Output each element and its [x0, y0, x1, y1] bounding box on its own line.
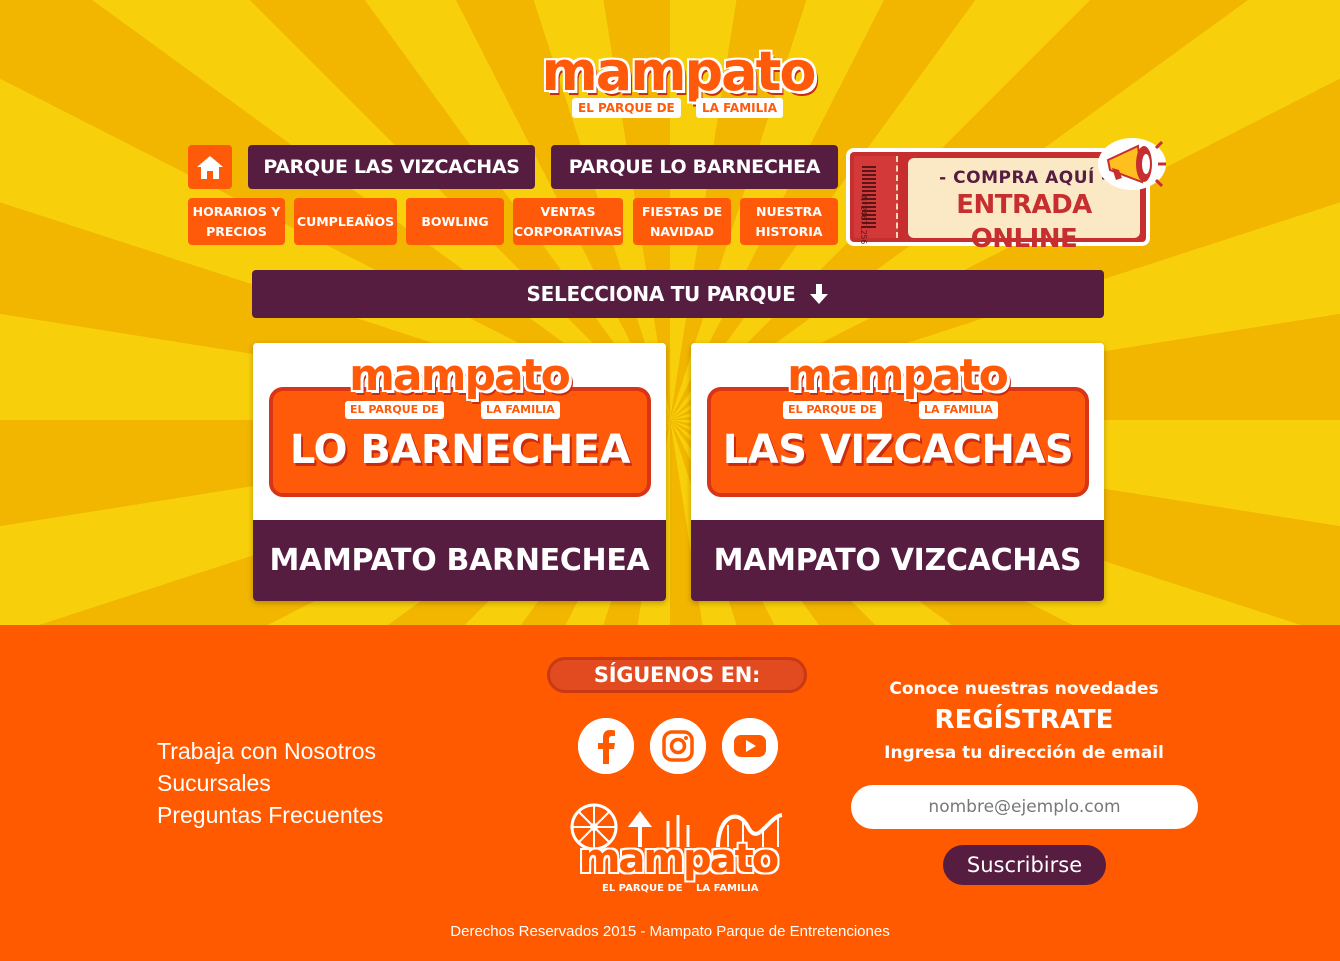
footer-links: Trabaja con Nosotros Sucursales Pregunta… [157, 735, 383, 831]
megaphone-icon [1098, 138, 1166, 190]
nav-cumpleanos[interactable]: CUMPLEAÑOS [294, 198, 397, 245]
nav-horarios-precios[interactable]: HORARIOS Y PRECIOS [188, 198, 285, 245]
hero-section: mampato EL PARQUE DE LA FAMILIA PARQUE L… [0, 0, 1340, 625]
card-logo-tagline-left: EL PARQUE DE [345, 401, 444, 419]
follow-us-label: SÍGUENOS EN: [547, 657, 807, 693]
youtube-link[interactable] [722, 718, 778, 774]
ticket-serial: N°24671256 [859, 196, 868, 245]
park-card-title: MAMPATO BARNECHEA [253, 520, 666, 601]
park-panel-name: LAS VIZCACHAS [722, 427, 1074, 473]
logo-tagline-left: EL PARQUE DE [572, 98, 681, 118]
nav-label: CUMPLEAÑOS [296, 213, 395, 229]
logo-tagline-right: LA FAMILIA [696, 98, 784, 118]
logo-word: mampato [541, 40, 817, 103]
footer-logo-word: mampato [578, 836, 780, 882]
footer-logo-tagline-left: EL PARQUE DE [602, 883, 683, 894]
mampato-logo[interactable]: mampato EL PARQUE DE LA FAMILIA [530, 42, 826, 126]
nav-park-las-vizcachas[interactable]: PARQUE LAS VIZCACHAS [248, 145, 535, 189]
nav-label-line2: CORPORATIVAS [513, 223, 623, 239]
nav-park-lo-barnechea[interactable]: PARQUE LO BARNECHEA [551, 145, 838, 189]
nav-fiestas-navidad[interactable]: FIESTAS DE NAVIDAD [633, 198, 731, 245]
footer-link-trabaja[interactable]: Trabaja con Nosotros [157, 735, 383, 767]
footer-link-preguntas[interactable]: Preguntas Frecuentes [157, 799, 383, 831]
home-icon [197, 156, 223, 179]
youtube-icon [722, 718, 778, 774]
card-logo-tagline-right: LA FAMILIA [481, 401, 560, 419]
footer-logo-tagline-right: LA FAMILIA [696, 883, 759, 894]
nav-label-line2: NAVIDAD [649, 223, 715, 239]
instagram-icon [650, 718, 706, 774]
ticket-bottom-text: ENTRADA ONLINE [956, 190, 1092, 254]
select-park-label: SELECCIONA TU PARQUE [526, 282, 796, 306]
copyright-text: Derechos Reservados 2015 - Mampato Parqu… [450, 923, 890, 940]
park-name-panel: LO BARNECHEA [269, 387, 651, 497]
nav-label-line2: HISTORIA [755, 223, 823, 239]
card-logo-tagline-right: LA FAMILIA [919, 401, 998, 419]
footer-mampato-logo: mampato EL PARQUE DE LA FAMILIA [568, 797, 788, 902]
nav-label-line1: FIESTAS DE [641, 203, 723, 219]
subscribe-button[interactable]: Suscribirse [943, 845, 1106, 885]
newsletter-subheading: Ingresa tu dirección de email [884, 743, 1164, 763]
nav-bowling[interactable]: BOWLING [406, 198, 504, 245]
park-card-title: MAMPATO VIZCACHAS [691, 520, 1104, 601]
email-field[interactable] [851, 785, 1198, 829]
card-logo-word: mampato [349, 350, 571, 401]
facebook-icon [578, 718, 634, 774]
select-park-bar[interactable]: SELECCIONA TU PARQUE [252, 270, 1104, 318]
nav-ventas-corporativas[interactable]: VENTAS CORPORATIVAS [513, 198, 623, 245]
nav-nuestra-historia[interactable]: NUESTRA HISTORIA [740, 198, 838, 245]
nav-label-line1: NUESTRA [756, 203, 822, 219]
nav-label-line1: HORARIOS Y [192, 203, 281, 219]
nav-label-line1: VENTAS [540, 203, 596, 219]
footer-link-sucursales[interactable]: Sucursales [157, 767, 383, 799]
park-card-barnechea[interactable]: LO BARNECHEA mampato EL PARQUE DE LA FAM… [253, 343, 666, 601]
park-card-image: LO BARNECHEA mampato EL PARQUE DE LA FAM… [253, 343, 666, 520]
nav-label: BOWLING [421, 213, 489, 229]
park-name-panel: LAS VIZCACHAS [707, 387, 1089, 497]
card-logo-word: mampato [787, 350, 1009, 401]
instagram-link[interactable] [650, 718, 706, 774]
newsletter-heading: Conoce nuestras novedades [889, 679, 1159, 699]
park-panel-name: LO BARNECHEA [289, 427, 631, 473]
newsletter-register: REGÍSTRATE [934, 705, 1114, 735]
ticket-stub: N°24671256 [854, 156, 898, 244]
home-button[interactable] [188, 145, 232, 189]
nav-label-line2: PRECIOS [206, 223, 267, 239]
site-footer: Trabaja con Nosotros Sucursales Pregunta… [0, 625, 1340, 961]
park-card-image: LAS VIZCACHAS mampato EL PARQUE DE LA FA… [691, 343, 1104, 520]
card-logo-tagline-left: EL PARQUE DE [783, 401, 882, 419]
facebook-link[interactable] [578, 718, 634, 774]
park-card-vizcachas[interactable]: LAS VIZCACHAS mampato EL PARQUE DE LA FA… [691, 343, 1104, 601]
arrow-down-icon [810, 284, 829, 304]
